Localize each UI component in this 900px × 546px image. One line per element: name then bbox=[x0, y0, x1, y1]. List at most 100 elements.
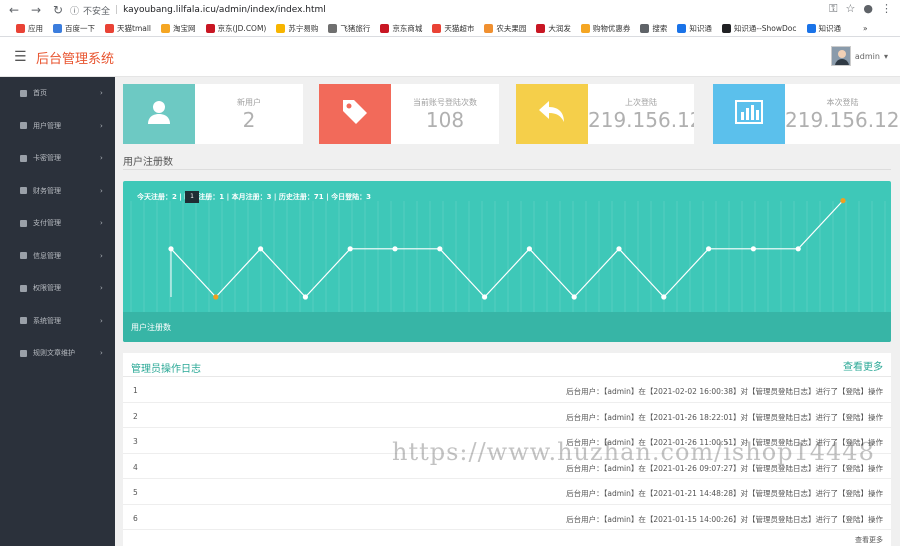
bookmark-item[interactable]: 苏宁易购 bbox=[276, 23, 318, 34]
nav-icon bbox=[20, 154, 27, 162]
reload-icon[interactable]: ↻ bbox=[50, 3, 66, 17]
log-index: 1 bbox=[133, 386, 138, 395]
data-point[interactable] bbox=[706, 246, 712, 252]
data-point[interactable] bbox=[347, 246, 353, 252]
sidebar-item-label: 卡密管理 bbox=[33, 154, 61, 163]
view-more-link-bottom[interactable]: 查看更多 bbox=[855, 535, 883, 545]
bookmark-label: 天猫超市 bbox=[444, 24, 475, 33]
bookmark-item[interactable]: 搜索 bbox=[640, 23, 667, 34]
data-point[interactable] bbox=[571, 294, 577, 300]
bookmark-item[interactable]: 百度一下 bbox=[53, 23, 95, 34]
forward-icon[interactable]: → bbox=[28, 3, 44, 17]
profile-icon[interactable]: ● bbox=[863, 2, 873, 16]
menu-toggle-icon[interactable]: ☰ bbox=[14, 49, 27, 65]
bookmark-label: 苏宁易购 bbox=[288, 24, 319, 33]
data-point[interactable] bbox=[616, 246, 622, 252]
bookmark-icon bbox=[484, 24, 494, 33]
register-summary: 今天注册：2 | 昨天注册：1 | 本月注册：3 | 历史注册：71 | 今日登… bbox=[137, 193, 371, 201]
data-point[interactable] bbox=[482, 294, 488, 300]
stat-icon-box bbox=[319, 84, 391, 144]
bookmark-item[interactable]: 购物优惠券 bbox=[580, 23, 631, 34]
bookmark-item[interactable]: 知识通 bbox=[806, 23, 841, 34]
bookmark-icon bbox=[205, 24, 215, 33]
user-menu[interactable]: admin ▾ bbox=[830, 46, 888, 66]
data-point[interactable] bbox=[750, 246, 757, 252]
data-point[interactable] bbox=[840, 198, 846, 204]
top-bar: ☰ 后台管理系统 admin ▾ bbox=[0, 37, 900, 77]
sidebar-item[interactable]: 支付管理 › bbox=[0, 207, 115, 240]
chevron-right-icon: › bbox=[100, 186, 103, 195]
bookmark-item[interactable]: 天猫超市 bbox=[432, 23, 474, 34]
bookmark-item[interactable]: 知识通--ShowDoc bbox=[721, 23, 797, 34]
nav-icon bbox=[20, 89, 27, 97]
avatar bbox=[830, 46, 851, 66]
url-separator: | bbox=[115, 5, 119, 15]
bookmark-icon bbox=[580, 24, 590, 33]
bookmark-label: 淘宝网 bbox=[173, 24, 196, 33]
data-point[interactable] bbox=[661, 294, 667, 300]
data-point[interactable] bbox=[392, 246, 398, 252]
bookmark-item[interactable]: 天猫tmall bbox=[105, 23, 151, 34]
stat-icon-box bbox=[713, 84, 785, 144]
log-row: 1 后台用户：【admin】在【2021-02-02 16:00:38】对【管理员… bbox=[123, 377, 891, 403]
log-text: 后台用户：【admin】在【2021-02-02 16:00:38】对【管理员登… bbox=[566, 387, 883, 396]
bookmark-icon bbox=[721, 24, 731, 33]
sidebar-item-label: 支付管理 bbox=[33, 219, 61, 228]
sidebar-item[interactable]: 权限管理 › bbox=[0, 272, 115, 305]
chevron-right-icon: › bbox=[100, 284, 103, 293]
address-bar[interactable]: ⓘ 不安全 | kayoubang.lilfala.icu/admin/inde… bbox=[70, 2, 860, 18]
more-bookmarks-icon[interactable]: » bbox=[863, 24, 868, 33]
sidebar-item[interactable]: 财务管理 › bbox=[0, 175, 115, 208]
data-point[interactable] bbox=[168, 246, 174, 252]
bookmark-label: 应用 bbox=[28, 24, 43, 33]
star-icon[interactable]: ☆ bbox=[846, 2, 856, 16]
sidebar-item[interactable]: 用户管理 › bbox=[0, 110, 115, 143]
bookmark-item[interactable]: 京东商城 bbox=[380, 23, 422, 34]
stat-value: 219.156.125 bbox=[588, 108, 694, 132]
chevron-right-icon: › bbox=[100, 121, 103, 130]
bookmark-item[interactable]: 农夫果园 bbox=[484, 23, 526, 34]
chevron-right-icon: › bbox=[100, 316, 103, 325]
menu-icon[interactable]: ⋮ bbox=[881, 2, 892, 16]
back-icon[interactable]: ← bbox=[6, 3, 22, 17]
sidebar-item-label: 规则文章维护 bbox=[33, 349, 75, 358]
sidebar-item[interactable]: 首页 › bbox=[0, 77, 115, 110]
info-icon[interactable]: ⓘ bbox=[70, 4, 79, 17]
bookmark-item[interactable]: 知识通 bbox=[677, 23, 712, 34]
key-icon[interactable]: ⚿ bbox=[829, 2, 837, 16]
bookmark-label: 农夫果园 bbox=[496, 24, 527, 33]
view-more-link[interactable]: 查看更多 bbox=[843, 358, 883, 373]
bookmark-item[interactable]: 淘宝网 bbox=[161, 23, 196, 34]
data-point[interactable] bbox=[437, 246, 443, 252]
bookmark-item[interactable]: 大润发 bbox=[536, 23, 571, 34]
sidebar-item[interactable]: 卡密管理 › bbox=[0, 142, 115, 175]
bookmark-icon bbox=[105, 24, 114, 33]
bookmark-label: 搜索 bbox=[652, 24, 668, 33]
bookmark-item[interactable]: 应用 bbox=[16, 23, 43, 34]
sidebar-item-label: 财务管理 bbox=[33, 186, 61, 195]
reply-icon bbox=[537, 99, 567, 129]
chart-tooltip: 1 bbox=[185, 191, 199, 203]
log-row: 2 后台用户：【admin】在【2021-01-26 18:22:01】对【管理员… bbox=[123, 403, 891, 428]
bookmark-icon bbox=[536, 24, 546, 33]
bookmark-icon bbox=[432, 24, 442, 33]
url-text[interactable]: kayoubang.lilfala.icu/admin/index/index.… bbox=[123, 5, 326, 15]
data-point[interactable] bbox=[526, 246, 532, 252]
sidebar-item[interactable]: 规则文章维护 › bbox=[0, 337, 115, 370]
sidebar-item[interactable]: 信息管理 › bbox=[0, 240, 115, 273]
log-index: 4 bbox=[133, 462, 138, 472]
data-point[interactable] bbox=[213, 294, 219, 300]
watermark: https://www.huzhan.com/ishop14448 bbox=[392, 438, 875, 466]
stat-label: 新用户 bbox=[237, 98, 261, 107]
stat-value: 108 bbox=[425, 108, 465, 132]
bookmark-label: 知识通--ShowDoc bbox=[733, 24, 797, 33]
data-point[interactable] bbox=[795, 246, 801, 252]
sidebar-item-label: 权限管理 bbox=[33, 284, 61, 293]
sidebar-item[interactable]: 系统管理 › bbox=[0, 305, 115, 338]
bookmark-label: 购物优惠券 bbox=[592, 24, 631, 33]
data-point[interactable] bbox=[258, 246, 264, 252]
stat-label: 上次登陆 bbox=[625, 98, 657, 107]
bookmark-item[interactable]: 飞猪旅行 bbox=[328, 23, 370, 34]
data-point[interactable] bbox=[302, 294, 308, 300]
bookmark-item[interactable]: 京东(JD.COM) bbox=[205, 23, 266, 34]
